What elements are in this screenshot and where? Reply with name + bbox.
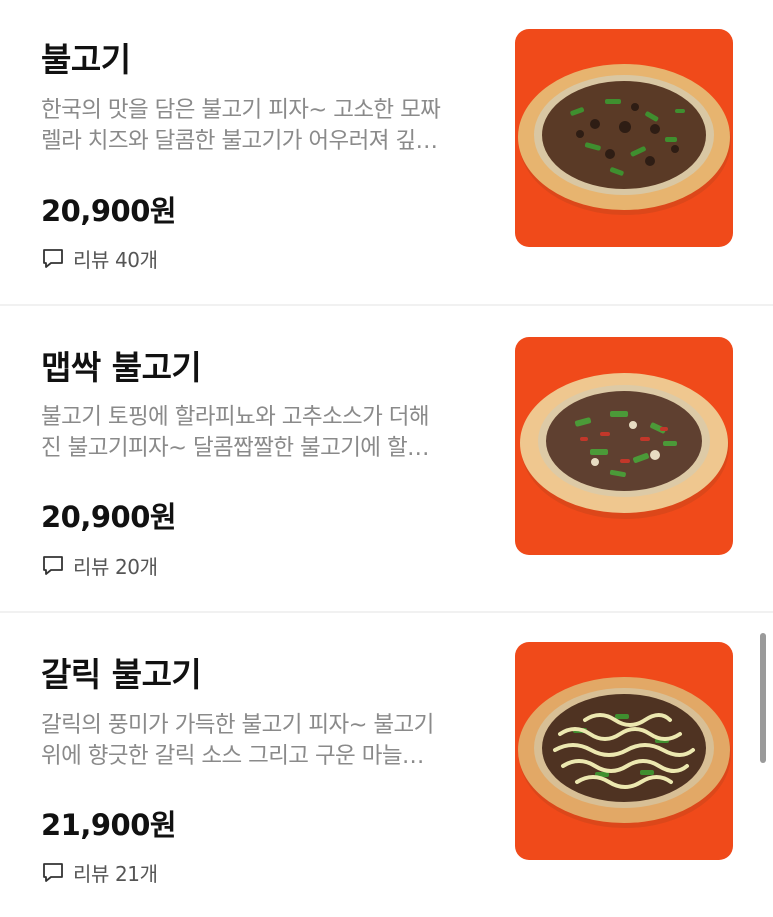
speech-bubble-icon [43, 863, 63, 882]
menu-item[interactable]: 불고기 한국의 맛을 담은 불고기 피자~ 고소한 모짜 렐라 치즈와 달콤한 … [0, 0, 773, 305]
description-line: 렐라 치즈와 달콤한 불고기가 어우러져 깊… [41, 128, 438, 154]
menu-item[interactable]: 맵싹 불고기 불고기 토핑에 할라피뇨와 고추소스가 더해 진 불고기피자~ 달… [0, 306, 773, 612]
description-line: 갈릭의 풍미가 가득한 불고기 피자~ 불고기 [41, 712, 434, 738]
review-count[interactable]: 리뷰 40개 [41, 244, 158, 272]
review-count-label: 리뷰 40개 [73, 247, 158, 272]
menu-item-image[interactable] [515, 29, 733, 247]
pizza-garlic-bulgogi-icon [518, 677, 731, 828]
description-line: 한국의 맛을 담은 불고기 피자~ 고소한 모짜 [41, 97, 441, 123]
menu-item-description: 불고기 토핑에 할라피뇨와 고추소스가 더해 진 불고기피자~ 달콤짭짤한 불고… [41, 402, 501, 464]
pizza-spicy-bulgogi-icon [520, 373, 729, 519]
menu-item-image[interactable] [515, 642, 733, 860]
review-count[interactable]: 리뷰 20개 [41, 551, 158, 579]
menu-list: 불고기 한국의 맛을 담은 불고기 피자~ 고소한 모짜 렐라 치즈와 달콤한 … [0, 0, 773, 917]
scrollbar[interactable] [760, 633, 766, 763]
description-line: 위에 향긋한 갈릭 소스 그리고 구운 마늘… [41, 743, 424, 769]
speech-bubble-icon [43, 249, 63, 268]
pizza-bulgogi-icon [518, 64, 731, 215]
description-line: 진 불고기피자~ 달콤짭짤한 불고기에 할… [41, 435, 430, 461]
menu-item-description: 한국의 맛을 담은 불고기 피자~ 고소한 모짜 렐라 치즈와 달콤한 불고기가… [41, 95, 501, 157]
menu-item-name: 맵싹 불고기 [41, 348, 202, 387]
menu-item-price: 21,900원 [41, 808, 177, 842]
menu-item[interactable]: 갈릭 불고기 갈릭의 풍미가 가득한 불고기 피자~ 불고기 위에 향긋한 갈릭… [0, 613, 773, 917]
menu-item-name: 불고기 [41, 40, 131, 79]
menu-item-price: 20,900원 [41, 194, 177, 228]
speech-bubble-icon [43, 556, 63, 575]
menu-item-price: 20,900원 [41, 500, 177, 534]
menu-item-name: 갈릭 불고기 [41, 655, 202, 694]
description-line: 불고기 토핑에 할라피뇨와 고추소스가 더해 [41, 404, 430, 430]
review-count-label: 리뷰 20개 [73, 554, 158, 579]
review-count[interactable]: 리뷰 21개 [41, 858, 158, 886]
menu-item-image[interactable] [515, 337, 733, 555]
menu-item-description: 갈릭의 풍미가 가득한 불고기 피자~ 불고기 위에 향긋한 갈릭 소스 그리고… [41, 710, 501, 772]
review-count-label: 리뷰 21개 [73, 861, 158, 886]
